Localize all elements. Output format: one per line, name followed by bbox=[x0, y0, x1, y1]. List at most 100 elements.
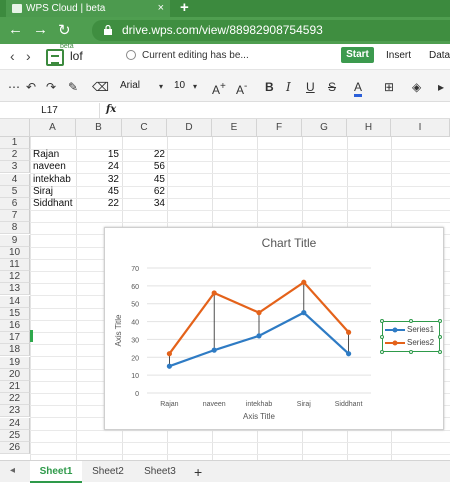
borders-icon[interactable]: ⊞ bbox=[384, 80, 394, 94]
sheet-scroll-icon[interactable]: ◂ bbox=[10, 465, 15, 476]
row-header[interactable]: 25 bbox=[0, 429, 30, 442]
table-cell[interactable]: 56 bbox=[122, 161, 167, 173]
row-header[interactable]: 12 bbox=[0, 271, 30, 284]
row-header[interactable]: 2 bbox=[0, 149, 30, 162]
table-cell[interactable]: Rajan bbox=[31, 149, 76, 161]
column-header[interactable]: I bbox=[391, 119, 450, 137]
strikethrough-button[interactable]: S bbox=[328, 80, 336, 94]
row-header[interactable]: 3 bbox=[0, 161, 30, 174]
row-header[interactable]: 23 bbox=[0, 405, 30, 418]
bold-button[interactable]: B bbox=[265, 80, 274, 94]
table-cell[interactable]: 15 bbox=[76, 149, 121, 161]
legend-resize-handle[interactable] bbox=[380, 350, 384, 354]
table-cell[interactable]: 45 bbox=[76, 186, 121, 198]
legend-resize-handle[interactable] bbox=[438, 350, 442, 354]
row-header[interactable]: 17 bbox=[0, 332, 30, 345]
redo-icon[interactable]: ↷ bbox=[46, 80, 56, 94]
forward-arrow-icon[interactable]: → bbox=[33, 21, 48, 38]
row-header[interactable]: 18 bbox=[0, 344, 30, 357]
table-cell[interactable]: intekhab bbox=[31, 174, 76, 186]
legend-resize-handle[interactable] bbox=[438, 335, 442, 339]
new-tab-button[interactable]: + bbox=[180, 0, 189, 16]
italic-button[interactable]: I bbox=[286, 80, 291, 94]
column-header[interactable]: E bbox=[212, 119, 257, 137]
row-header[interactable]: 10 bbox=[0, 246, 30, 259]
tab-sheet1[interactable]: Sheet1 bbox=[30, 461, 82, 483]
size-dropdown-icon[interactable]: ▾ bbox=[193, 80, 197, 94]
column-header[interactable]: F bbox=[257, 119, 302, 137]
row-header[interactable]: 1 bbox=[0, 137, 30, 149]
tab-sheet3[interactable]: Sheet3 bbox=[134, 461, 186, 483]
row-header[interactable]: 9 bbox=[0, 234, 30, 247]
browser-tab[interactable]: WPS Cloud | beta × bbox=[6, 0, 170, 17]
table-cell[interactable]: 22 bbox=[122, 149, 167, 161]
menu-start[interactable]: Start bbox=[341, 47, 374, 63]
more-toolbar-icon[interactable]: ▸ bbox=[438, 80, 444, 94]
row-header[interactable]: 20 bbox=[0, 368, 30, 381]
font-select[interactable]: Arial bbox=[120, 80, 140, 91]
column-header[interactable]: A bbox=[30, 119, 76, 137]
increase-font-icon[interactable]: A+ bbox=[212, 80, 226, 97]
add-sheet-button[interactable]: + bbox=[194, 464, 202, 480]
menu-data[interactable]: Data bbox=[429, 50, 450, 61]
eraser-icon[interactable]: ⌫ bbox=[92, 80, 109, 94]
column-header[interactable]: D bbox=[167, 119, 212, 137]
forward-chevron-icon[interactable]: › bbox=[26, 48, 31, 64]
fill-color-icon[interactable]: ◈ bbox=[412, 80, 421, 94]
row-header[interactable]: 7 bbox=[0, 210, 30, 223]
column-header[interactable]: G bbox=[302, 119, 347, 137]
table-cell[interactable]: 22 bbox=[76, 198, 121, 210]
row-header[interactable]: 16 bbox=[0, 320, 30, 332]
format-painter-icon[interactable]: ✎ bbox=[68, 80, 78, 94]
more-icon[interactable]: ⋯ bbox=[8, 80, 20, 94]
font-color-button[interactable]: A bbox=[354, 80, 363, 97]
legend-resize-handle[interactable] bbox=[380, 335, 384, 339]
back-chevron-icon[interactable]: ‹ bbox=[10, 48, 15, 64]
chart-legend[interactable]: Series1 Series2 bbox=[382, 321, 440, 352]
table-cell[interactable]: 62 bbox=[122, 186, 167, 198]
row-header[interactable]: 19 bbox=[0, 356, 30, 369]
legend-resize-handle[interactable] bbox=[409, 350, 413, 354]
row-header[interactable]: 15 bbox=[0, 307, 30, 320]
row-header[interactable]: 5 bbox=[0, 185, 30, 198]
reload-icon[interactable]: ↻ bbox=[58, 21, 71, 39]
decrease-font-icon[interactable]: A- bbox=[236, 80, 247, 97]
row-header[interactable]: 14 bbox=[0, 295, 30, 308]
row-header[interactable]: 22 bbox=[0, 393, 30, 406]
close-tab-icon[interactable]: × bbox=[158, 0, 164, 17]
table-cell[interactable]: 24 bbox=[76, 161, 121, 173]
corner-select-all[interactable] bbox=[0, 119, 30, 137]
column-header[interactable]: H bbox=[347, 119, 391, 137]
undo-icon[interactable]: ↶ bbox=[26, 80, 36, 94]
table-cell[interactable]: 34 bbox=[122, 198, 167, 210]
x-tick-label: Siddhant bbox=[335, 401, 363, 408]
row-header[interactable]: 26 bbox=[0, 442, 30, 454]
back-arrow-icon[interactable]: ← bbox=[8, 21, 23, 38]
row-header[interactable]: 4 bbox=[0, 173, 30, 186]
legend-resize-handle[interactable] bbox=[409, 319, 413, 323]
row-header[interactable]: 24 bbox=[0, 417, 30, 430]
font-size-select[interactable]: 10 bbox=[174, 80, 185, 91]
url-field[interactable]: drive.wps.com/view/88982908754593 bbox=[92, 20, 450, 41]
column-header[interactable]: B bbox=[76, 119, 122, 137]
table-cell[interactable]: naveen bbox=[31, 161, 76, 173]
row-header[interactable]: 6 bbox=[0, 198, 30, 210]
table-cell[interactable]: Siddhant bbox=[31, 198, 76, 210]
file-name[interactable]: lof bbox=[70, 49, 83, 63]
menu-insert[interactable]: Insert bbox=[386, 50, 411, 61]
name-box[interactable]: L17 bbox=[0, 103, 100, 119]
row-header[interactable]: 21 bbox=[0, 381, 30, 393]
underline-button[interactable]: U bbox=[306, 80, 315, 94]
row-header[interactable]: 8 bbox=[0, 222, 30, 235]
table-cell[interactable]: Siraj bbox=[31, 186, 76, 198]
font-dropdown-icon[interactable]: ▾ bbox=[159, 80, 163, 94]
table-cell[interactable]: 45 bbox=[122, 174, 167, 186]
table-cell[interactable]: 32 bbox=[76, 174, 121, 186]
row-header[interactable]: 11 bbox=[0, 259, 30, 271]
tab-sheet2[interactable]: Sheet2 bbox=[82, 461, 134, 483]
legend-resize-handle[interactable] bbox=[438, 319, 442, 323]
row-header[interactable]: 13 bbox=[0, 283, 30, 296]
column-header[interactable]: C bbox=[122, 119, 167, 137]
fx-icon[interactable]: fx bbox=[106, 104, 116, 115]
legend-resize-handle[interactable] bbox=[380, 319, 384, 323]
